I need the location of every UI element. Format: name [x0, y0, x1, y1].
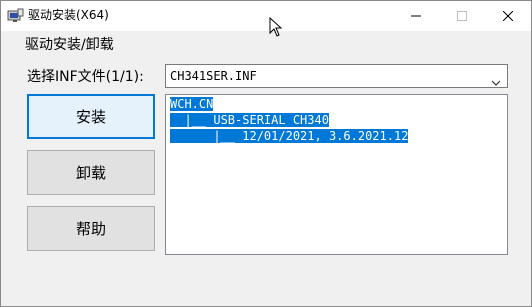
uninstall-button[interactable]: 卸载 [27, 150, 155, 195]
close-button[interactable] [485, 1, 531, 31]
tree-item-vendor[interactable]: WCH.CN [170, 97, 214, 111]
close-icon [503, 11, 513, 21]
install-button[interactable]: 安装 [27, 94, 155, 139]
window-title: 驱动安装(X64) [28, 8, 109, 22]
group-title: 驱动安装/卸载 [25, 37, 114, 53]
maximize-icon [457, 11, 467, 21]
inf-file-value: CH341SER.INF [170, 69, 257, 83]
title-bar[interactable]: 驱动安装(X64) [1, 1, 531, 31]
mouse-cursor-icon [269, 16, 283, 41]
inf-select-label: 选择INF文件(1/1): [27, 69, 144, 85]
driver-install-window: 驱动安装(X64) 驱动安装/卸载 选择INF文件(1/1): CH341SER… [0, 0, 532, 307]
help-button[interactable]: 帮助 [27, 206, 155, 251]
tree-item-version[interactable]: |__ 12/01/2021, 3.6.2021.12 [170, 129, 409, 143]
tree-item-device[interactable]: |__ USB-SERIAL CH340 [170, 113, 329, 127]
minimize-button[interactable] [393, 1, 439, 31]
app-icon [7, 8, 24, 23]
inf-file-select[interactable]: CH341SER.INF [165, 64, 508, 88]
maximize-button[interactable] [439, 1, 485, 31]
minimize-icon [411, 15, 421, 17]
driver-tree-view[interactable]: WCH.CN |__ USB-SERIAL CH340 |__ 12/01/20… [165, 94, 508, 255]
chevron-down-icon[interactable] [491, 72, 501, 91]
